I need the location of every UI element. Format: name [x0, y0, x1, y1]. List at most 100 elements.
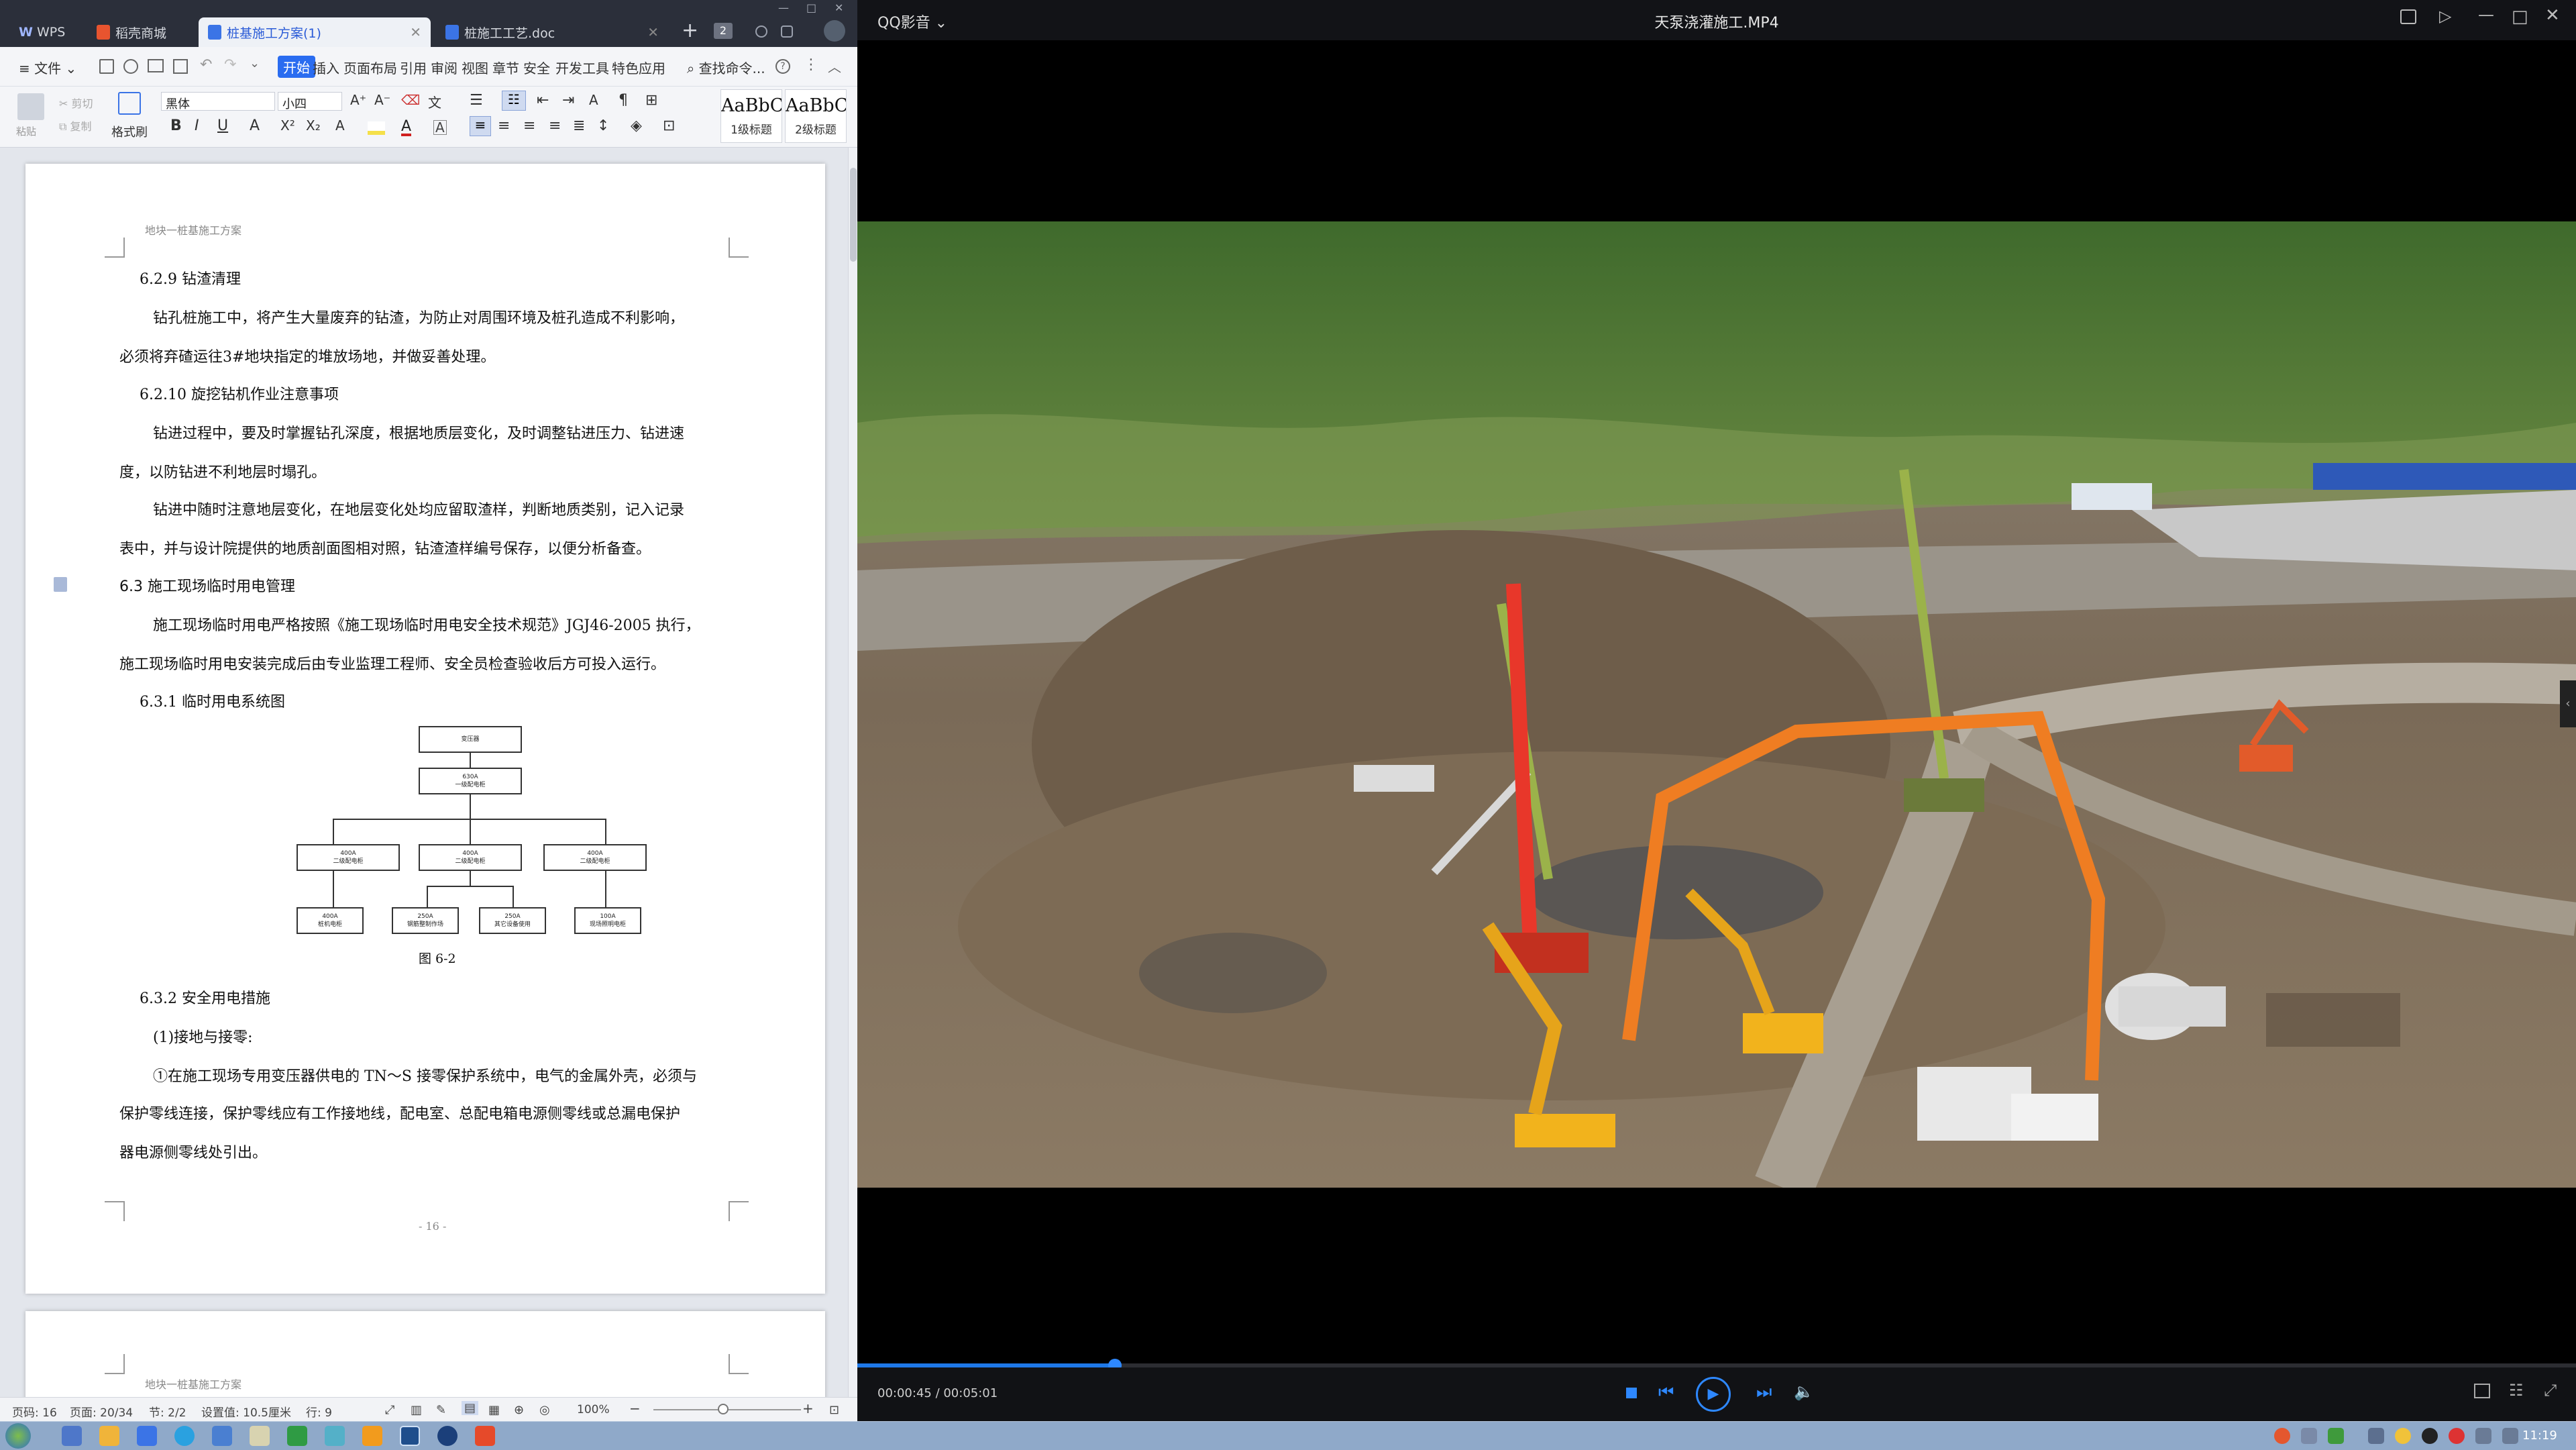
style-heading-2[interactable]: AaBbCcDd 2级标题 — [785, 89, 847, 143]
bullet-list-icon[interactable]: ☰ — [470, 92, 483, 109]
clear-format-icon[interactable]: ⌫ — [401, 92, 420, 108]
undo-icon[interactable]: ↶ — [200, 56, 212, 73]
new-tab-plus-icon[interactable]: + — [682, 19, 698, 42]
play-button[interactable]: ▶ — [1696, 1377, 1731, 1412]
zoom-level[interactable]: 100% — [577, 1403, 610, 1416]
minimize-icon[interactable]: — — [778, 1, 789, 14]
video-frame[interactable] — [857, 221, 2576, 1188]
more-quick-icon[interactable]: ⌄ — [250, 56, 260, 70]
volume-icon[interactable]: 🔈 — [1794, 1382, 1814, 1401]
save-icon[interactable] — [99, 59, 114, 74]
tray-icon[interactable] — [2301, 1428, 2317, 1444]
help-icon[interactable]: ? — [775, 59, 790, 74]
outline-marker-icon[interactable] — [54, 577, 67, 592]
tray-icon[interactable] — [2274, 1428, 2290, 1444]
menu-start[interactable]: 开始 — [278, 56, 315, 78]
subscript-icon[interactable]: X₂ — [306, 117, 321, 134]
close-icon[interactable]: ✕ — [2545, 5, 2560, 25]
tab-docer-store[interactable]: 稻壳商城 — [87, 17, 195, 47]
fit-page-icon[interactable]: ⊡ — [829, 1403, 839, 1417]
settings-icon[interactable]: ☷ — [2509, 1381, 2524, 1400]
taskbar-wps-window[interactable] — [400, 1426, 420, 1446]
redo-icon[interactable]: ↷ — [224, 56, 236, 73]
shrink-font-icon[interactable]: A⁻ — [374, 92, 390, 108]
edit-mode-icon[interactable]: ✎ — [436, 1403, 446, 1417]
decrease-indent-icon[interactable]: ⇤ — [537, 92, 549, 109]
zoom-slider-thumb[interactable] — [718, 1404, 729, 1414]
align-center-icon[interactable]: ≡ — [498, 117, 510, 134]
volume-tray-icon[interactable] — [2502, 1428, 2518, 1444]
full-screen-icon[interactable]: ⤢ — [385, 1403, 394, 1417]
status-pages[interactable]: 页面: 20/34 — [70, 1403, 133, 1420]
menu-page-layout[interactable]: 页面布局 — [343, 58, 397, 77]
page-view-icon[interactable]: ▤ — [462, 1401, 479, 1415]
tab-document-2[interactable]: 桩施工工艺.doc ✕ — [436, 17, 668, 47]
vertical-scrollbar[interactable] — [848, 148, 857, 1397]
stop-icon[interactable] — [1626, 1388, 1637, 1398]
tab-count-badge[interactable]: 2 — [714, 23, 733, 39]
menu-special[interactable]: 特色应用 — [612, 58, 665, 77]
menu-chapter[interactable]: 章节 — [492, 58, 519, 77]
shading-icon[interactable]: ◈ — [631, 117, 642, 134]
clock[interactable]: 11:19 — [2522, 1429, 2557, 1443]
taskbar-app-icon[interactable] — [250, 1426, 270, 1446]
taskbar-app-icon[interactable] — [325, 1426, 345, 1446]
superscript-icon[interactable]: X² — [280, 117, 295, 134]
browser-icon[interactable] — [174, 1426, 195, 1446]
zoom-in-icon[interactable]: + — [802, 1400, 814, 1416]
more-icon[interactable]: ⋮ — [804, 56, 818, 73]
taskbar-app-icon[interactable] — [287, 1426, 307, 1446]
minimize-icon[interactable]: — — [2478, 5, 2494, 24]
previous-icon[interactable]: ⏮ — [1658, 1382, 1674, 1403]
document-canvas[interactable]: 地块一桩基施工方案 6.2.9 钻渣清理 钻孔桩施工中，将产生大量废弃的钻渣，为… — [0, 148, 849, 1397]
increase-indent-icon[interactable]: ⇥ — [562, 92, 574, 109]
numbered-list-icon[interactable]: ☷ — [502, 91, 526, 111]
next-icon[interactable]: ⏭ — [1756, 1382, 1772, 1403]
table-border-icon[interactable]: ⊡ — [663, 117, 675, 134]
zoom-out-icon[interactable]: − — [629, 1400, 641, 1416]
scroll-thumb[interactable] — [850, 168, 857, 262]
reading-mode-icon[interactable]: ▥ — [411, 1403, 422, 1417]
taskbar-qq-player[interactable] — [475, 1426, 495, 1446]
tray-icon[interactable] — [2449, 1428, 2465, 1444]
web-view-icon[interactable]: ⊕ — [514, 1403, 524, 1417]
grow-font-icon[interactable]: A⁺ — [350, 92, 366, 108]
start-button[interactable] — [5, 1423, 31, 1449]
skin-icon[interactable] — [755, 25, 767, 38]
taskbar-app-icon[interactable] — [137, 1426, 157, 1446]
line-spacing-icon[interactable]: ↕ — [597, 117, 609, 134]
tray-icon[interactable] — [2395, 1428, 2411, 1444]
paste-icon[interactable] — [17, 93, 44, 120]
cut-button[interactable]: ✂ 剪切 — [59, 95, 93, 111]
borders-icon[interactable]: ⊞ — [645, 92, 657, 109]
close-tab-icon[interactable]: ✕ — [647, 24, 659, 40]
taskbar-app-icon[interactable] — [212, 1426, 232, 1446]
folder-icon[interactable] — [99, 1426, 119, 1446]
style-heading-1[interactable]: AaBbCcDd 1级标题 — [720, 89, 782, 143]
char-shading-icon[interactable]: A — [433, 120, 447, 135]
text-effect-icon[interactable]: A — [335, 117, 345, 134]
menu-reference[interactable]: 引用 — [400, 58, 427, 77]
eye-protect-icon[interactable]: ◎ — [539, 1403, 550, 1417]
fullscreen-icon[interactable]: ⤢ — [2544, 1381, 2557, 1400]
menu-review[interactable]: 审阅 — [431, 58, 458, 77]
menu-view[interactable]: 视图 — [462, 58, 488, 77]
playlist-icon[interactable]: ▷ — [2439, 7, 2451, 25]
align-right-icon[interactable]: ≡ — [523, 117, 535, 134]
menu-file[interactable]: ≡ 文件 ⌄ — [19, 58, 76, 77]
show-marks-icon[interactable]: ¶ — [619, 92, 628, 109]
maximize-icon[interactable]: □ — [2512, 7, 2528, 27]
underline-icon[interactable]: U — [217, 117, 228, 134]
zoom-slider[interactable] — [653, 1404, 801, 1414]
maximize-icon[interactable]: □ — [806, 1, 816, 14]
bold-icon[interactable]: B — [170, 117, 182, 134]
chinese-layout-icon[interactable]: A — [589, 92, 598, 108]
justify-icon[interactable]: ≡ — [549, 117, 561, 134]
taskbar-app-icon[interactable] — [437, 1426, 458, 1446]
print-preview-icon[interactable] — [173, 59, 188, 74]
avatar[interactable] — [824, 20, 845, 42]
format-painter-icon[interactable] — [118, 92, 141, 115]
document-page[interactable]: 地块一桩基施工方案 — [25, 1311, 825, 1397]
tools-icon[interactable] — [2474, 1384, 2490, 1398]
close-window-icon[interactable]: ✕ — [835, 1, 843, 14]
